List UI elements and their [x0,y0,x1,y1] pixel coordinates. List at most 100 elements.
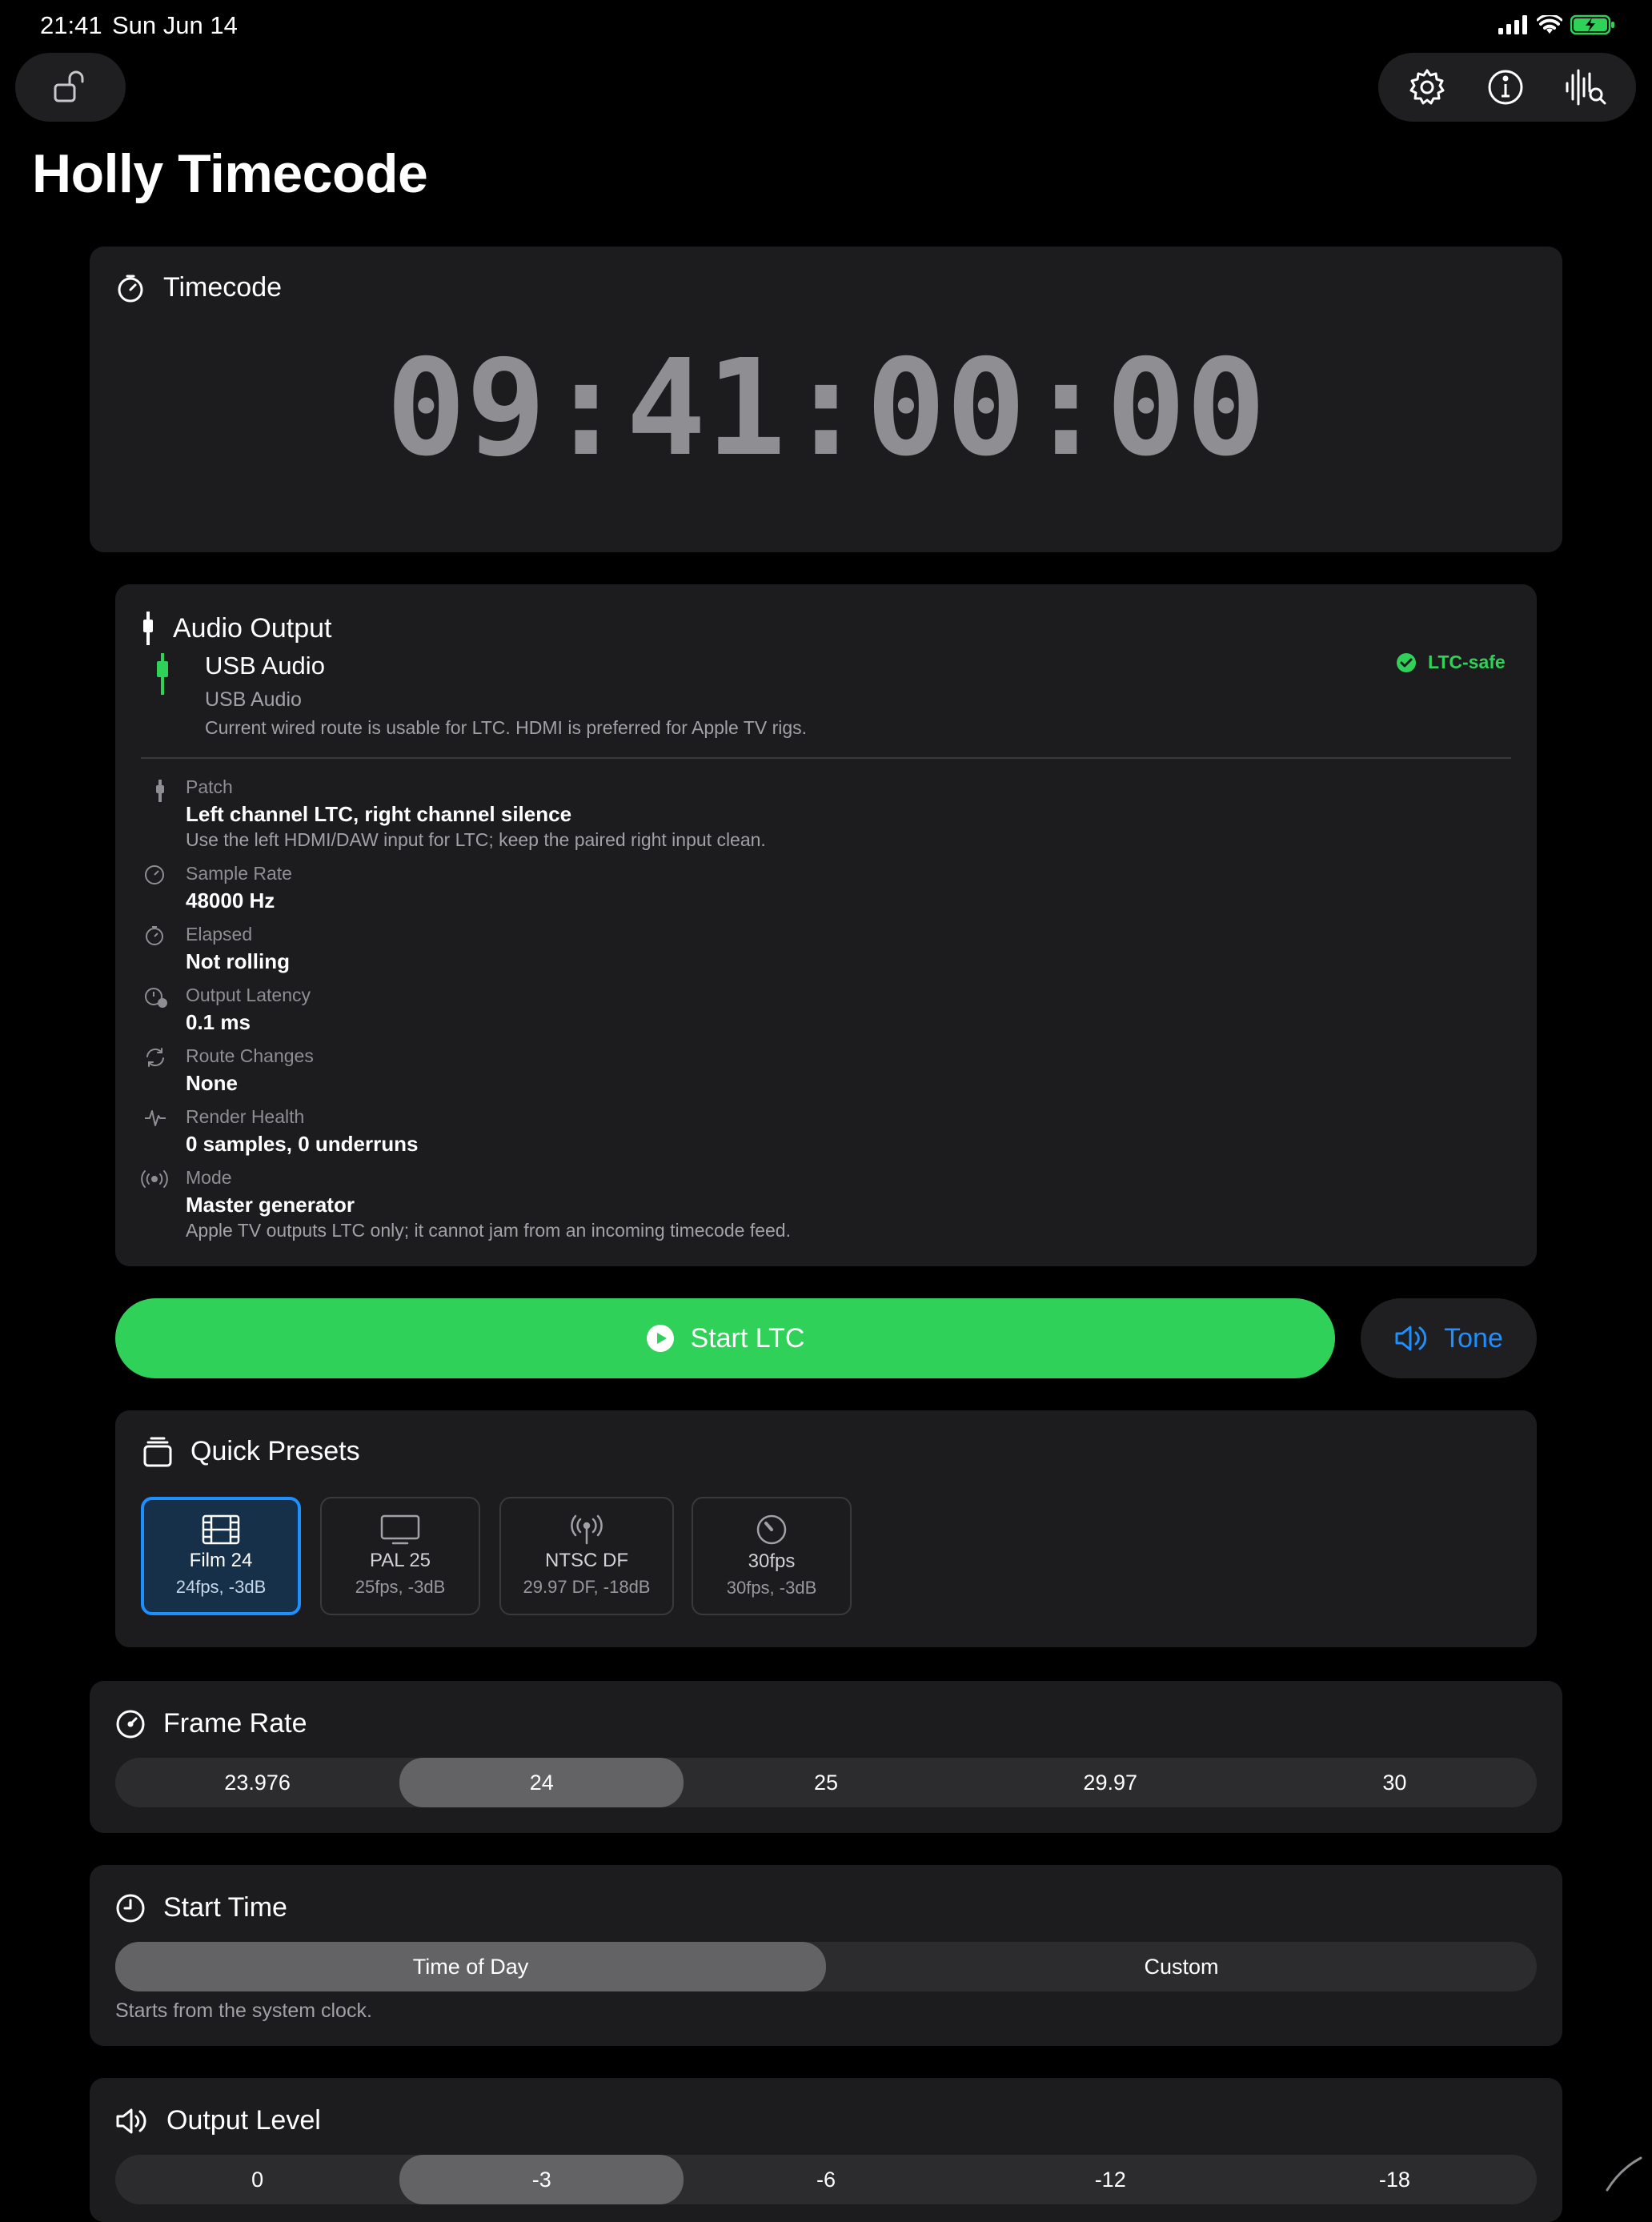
patch-label: Patch [186,776,233,797]
clock-icon [116,1894,145,1922]
frame-rate-card [90,1681,1562,1833]
timecode-display: 09:41:00:00 [386,331,1266,486]
top-toolbar [1378,53,1636,122]
mode-note: Apple TV outputs LTC only; it cannot jam… [186,1220,791,1241]
speaker-icon [1395,1326,1427,1351]
start-time-segmented-control: Time of Day Custom [115,1942,1537,1991]
elapsed-value: Not rolling [186,949,290,973]
quick-presets-heading-label: Quick Presets [190,1436,360,1466]
timecode-heading-label: Timecode [163,272,283,303]
elapsed-label: Elapsed [186,924,253,945]
broadcast-signal-icon [141,1170,168,1188]
device-name: USB Audio [205,652,325,680]
waveform-pulse-icon [145,1110,166,1126]
speedometer-icon [116,1710,145,1738]
frame-rate-option[interactable]: 29.97 [968,1758,1253,1807]
checkmark-circle-icon [1397,652,1416,672]
route-changes-value: None [186,1071,238,1095]
divider [141,757,1511,759]
frame-rate-option[interactable]: 23.976 [115,1758,399,1807]
output-level-heading-label: Output Level [166,2105,321,2136]
start-time-heading-label: Start Time [163,1892,287,1923]
info-icon[interactable] [1486,67,1526,107]
output-level-option[interactable]: -18 [1253,2155,1537,2204]
tone-label: Tone [1444,1322,1503,1354]
preset-detail: 30fps, -3dB [726,1578,817,1598]
frame-rate-segmented-control: 23.976 24 25 29.97 30 [115,1758,1537,1807]
render-health-label: Render Health [186,1106,305,1127]
preset-film-24[interactable]: Film 24 24fps, -3dB [141,1497,301,1615]
output-level-option[interactable]: -6 [684,2155,968,2204]
preset-ntsc-df[interactable]: NTSC DF 29.97 DF, -18dB [499,1497,674,1615]
battery-charging-icon [1570,14,1614,35]
start-time-heading: Start Time [115,1892,287,1923]
speedometer-icon [145,865,164,884]
route-changes-label: Route Changes [186,1045,314,1066]
patch-note: Use the left HDMI/DAW input for LTC; kee… [186,829,766,850]
tone-button[interactable]: Tone [1361,1298,1537,1378]
scroll-indicator-icon [1606,2156,1642,2192]
status-time: 21:41 [40,11,102,39]
frame-rate-heading: Frame Rate [115,1708,307,1739]
preset-detail: 29.97 DF, -18dB [523,1577,651,1597]
film-icon [202,1514,240,1545]
audio-output-heading-label: Audio Output [173,612,332,644]
cable-small-icon [156,780,164,802]
start-time-note: Starts from the system clock. [115,1999,372,2022]
preset-pal-25[interactable]: PAL 25 25fps, -3dB [320,1497,480,1615]
unlock-icon [54,70,84,102]
broadcast-icon [571,1514,603,1545]
stack-icon [143,1437,172,1466]
latency-label: Output Latency [186,985,311,1005]
timecode-heading: Timecode [115,272,282,303]
usb-connector-icon [157,653,168,695]
preset-name: NTSC DF [545,1550,628,1571]
cable-connector-icon [143,612,153,645]
preset-name: 30fps [748,1550,796,1572]
ltc-safe-badge: LTC-safe [1396,652,1506,673]
patch-value: Left channel LTC, right channel silence [186,802,572,826]
play-circle-icon [646,1325,674,1352]
start-ltc-button[interactable]: Start LTC [115,1298,1335,1378]
preset-name: PAL 25 [369,1550,431,1571]
audio-output-heading: Audio Output [141,612,331,645]
unlock-button[interactable] [15,53,126,122]
output-level-option[interactable]: -12 [968,2155,1253,2204]
page-title: Holly Timecode [32,143,428,204]
ltc-safe-label: LTC-safe [1428,652,1506,672]
status-date: Sun Jun 14 [112,11,238,39]
timer-icon [118,275,143,302]
start-time-option-selected[interactable]: Time of Day [115,1942,826,1991]
stopwatch-icon [146,926,163,945]
frame-rate-option-selected[interactable]: 24 [399,1758,684,1807]
preset-detail: 25fps, -3dB [355,1577,446,1597]
latency-value: 0.1 ms [186,1010,251,1034]
mode-value: Master generator [186,1193,355,1217]
start-time-option[interactable]: Custom [826,1942,1537,1991]
output-level-option-selected[interactable]: -3 [399,2155,684,2204]
audio-output-card [115,584,1537,1266]
gauge-icon [756,1514,787,1545]
waveform-search-icon[interactable] [1564,67,1607,107]
cellular-signal-icon [1498,15,1527,34]
clock-check-icon [145,988,167,1008]
settings-gear-icon[interactable] [1407,67,1447,107]
frame-rate-option[interactable]: 30 [1253,1758,1537,1807]
refresh-arrows-icon [146,1048,164,1067]
quick-presets-heading: Quick Presets [142,1436,360,1467]
render-health-value: 0 samples, 0 underruns [186,1132,419,1156]
frame-rate-option[interactable]: 25 [684,1758,968,1807]
preset-name: Film 24 [189,1550,253,1571]
sample-rate-value: 48000 Hz [186,888,275,912]
speaker-icon [116,2108,146,2133]
frame-rate-heading-label: Frame Rate [163,1708,307,1739]
output-level-segmented-control: 0 -3 -6 -12 -18 [115,2155,1537,2204]
output-level-option[interactable]: 0 [115,2155,399,2204]
preset-30fps[interactable]: 30fps 30fps, -3dB [692,1497,852,1615]
device-note: Current wired route is usable for LTC. H… [205,717,808,738]
output-level-heading: Output Level [115,2105,321,2136]
sample-rate-label: Sample Rate [186,863,292,884]
mode-label: Mode [186,1167,232,1188]
start-ltc-label: Start LTC [690,1322,805,1354]
preset-detail: 24fps, -3dB [175,1577,267,1597]
